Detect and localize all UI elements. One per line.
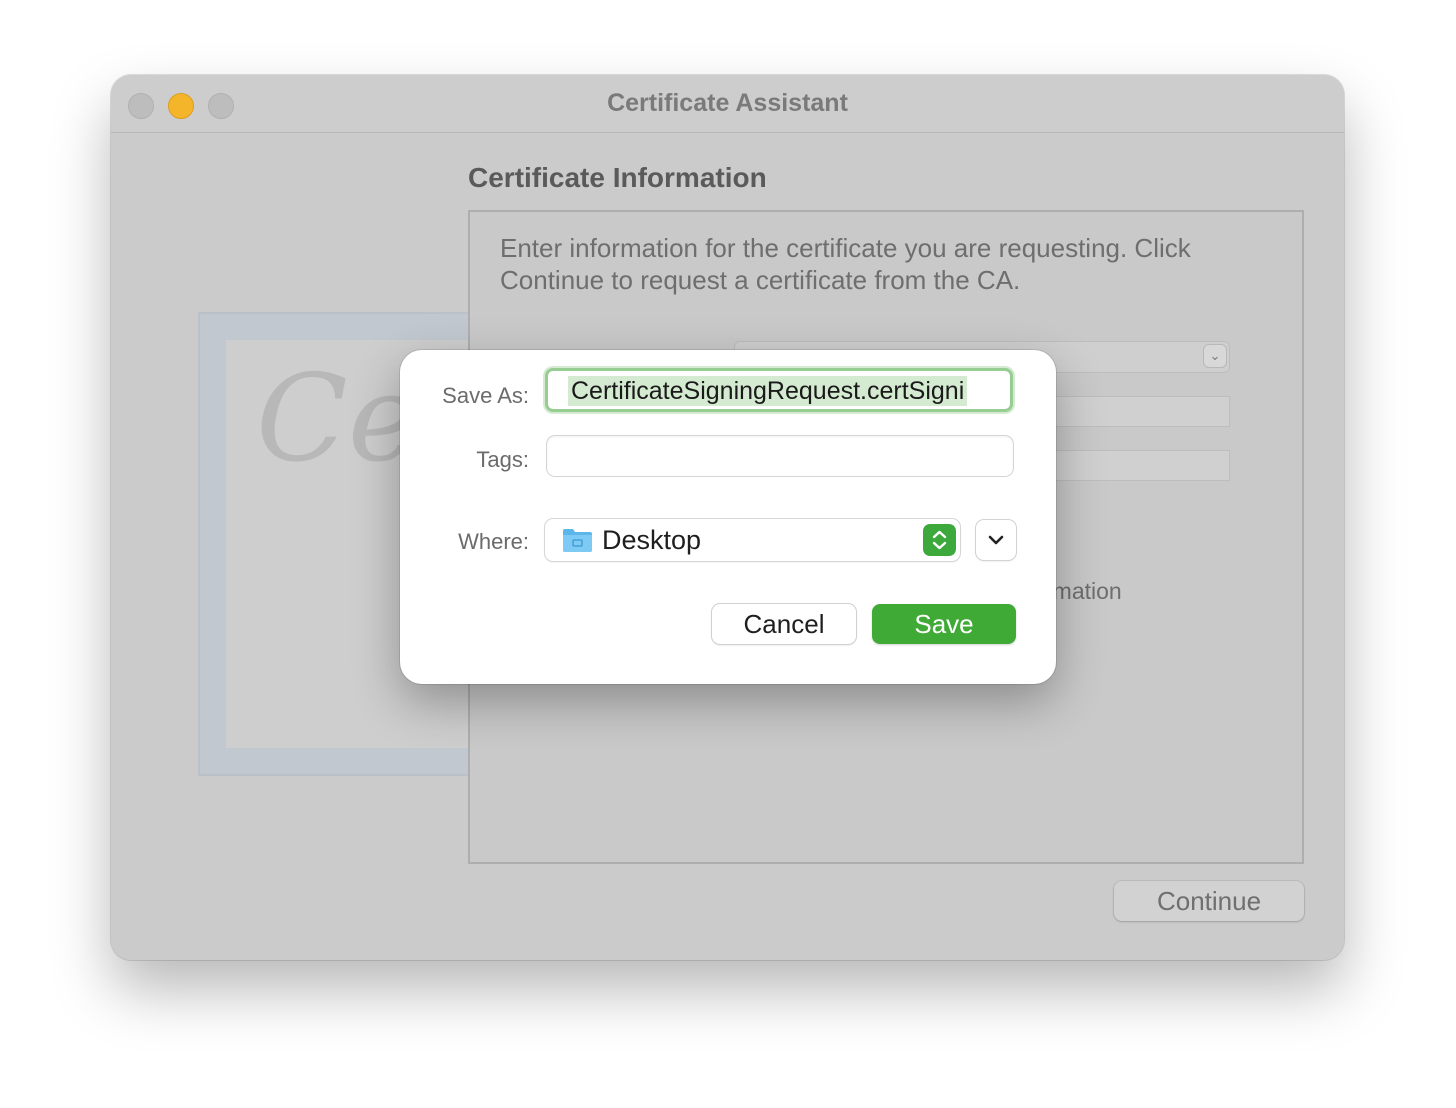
continue-button[interactable]: Continue (1114, 881, 1304, 921)
instructions-text: Enter information for the certificate yo… (500, 233, 1191, 295)
tags-label: Tags: (476, 447, 529, 472)
chevron-down-icon (988, 535, 1004, 545)
save-button[interactable]: Save (872, 604, 1016, 644)
save-as-field[interactable]: CertificateSigningRequest.certSigni (545, 368, 1013, 412)
where-label: Where: (458, 529, 529, 554)
cancel-button[interactable]: Cancel (712, 604, 856, 644)
save-dialog: Save As: CertificateSigningRequest.certS… (400, 350, 1056, 684)
certificate-script-text: Ce (256, 350, 419, 489)
tags-field[interactable] (547, 436, 1013, 476)
folder-icon (563, 529, 592, 552)
background-option-label: rmation (1045, 578, 1122, 604)
section-title: Certificate Information (468, 162, 767, 193)
where-value: Desktop (602, 525, 702, 555)
window-title: Certificate Assistant (607, 89, 848, 117)
title-bar: Certificate Assistant (111, 75, 1344, 133)
save-as-label: Save As: (442, 383, 529, 408)
save-as-value: CertificateSigningRequest.certSigni (568, 376, 968, 406)
expand-dialog-button[interactable] (976, 520, 1016, 560)
up-down-chevron-icon (923, 524, 956, 556)
where-location-popup[interactable]: Desktop (545, 519, 960, 561)
chevron-down-icon: ⌄ (1204, 345, 1226, 367)
